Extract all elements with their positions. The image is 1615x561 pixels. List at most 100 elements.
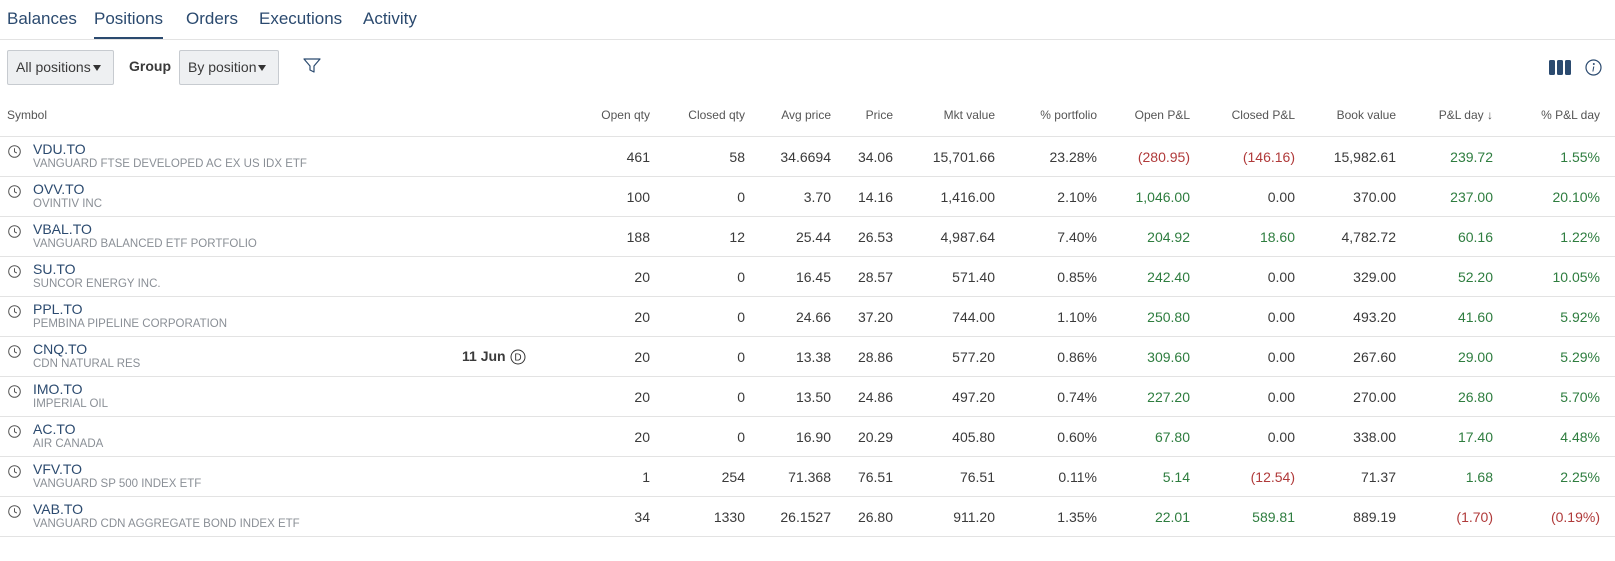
col-header-closed-pl[interactable]: Closed P&L (1232, 108, 1295, 122)
cell-pct-portfolio: 7.40% (1057, 229, 1097, 245)
cell-pct-pl-day: 1.55% (1560, 149, 1600, 165)
cell-open-qty: 1 (642, 469, 650, 485)
symbol-description: OVINTIV INC (33, 198, 103, 210)
col-header-book-value[interactable]: Book value (1337, 108, 1396, 122)
col-header-closed-qty[interactable]: Closed qty (688, 108, 745, 122)
cell-pl-day: 17.40 (1457, 429, 1493, 445)
cell-avg-price: 3.70 (803, 189, 831, 205)
clock-icon (8, 505, 21, 518)
cell-closed-pl: (146.16) (1242, 149, 1295, 165)
clock-icon (8, 185, 21, 198)
symbol-link[interactable]: SU.TO (33, 261, 76, 277)
col-header-pct-pl-day[interactable]: % P&L day (1541, 108, 1600, 122)
cell-avg-price: 26.1527 (780, 509, 831, 525)
cell-book-value: 4,782.72 (1341, 229, 1397, 245)
symbol-link[interactable]: OVV.TO (33, 181, 84, 197)
symbol-link[interactable]: AC.TO (33, 421, 76, 437)
cell-mkt-value: 911.20 (953, 509, 995, 525)
cell-pl-day: 26.80 (1457, 389, 1493, 405)
table-row[interactable]: AC.TO AIR CANADA 20 0 16.90 20.29 405.80 0.60% 6… (0, 417, 1615, 457)
dividend-badge-letter: D (514, 353, 521, 364)
col-header-pl-day[interactable]: P&L day ↓ (1439, 108, 1493, 122)
info-icon[interactable] (1585, 59, 1602, 76)
symbol-description: VANGUARD SP 500 INDEX ETF (33, 478, 202, 490)
cell-pct-portfolio: 1.10% (1057, 309, 1097, 325)
symbol-link[interactable]: VDU.TO (33, 141, 86, 157)
cell-price: 20.29 (857, 429, 893, 445)
cell-open-qty: 34 (634, 509, 650, 525)
cell-open-pl: 204.92 (1147, 229, 1190, 245)
positions-filter-dropdown[interactable]: All positions (7, 50, 114, 85)
tab-executions[interactable]: Executions (259, 9, 342, 39)
symbol-link[interactable]: VFV.TO (33, 461, 82, 477)
symbol-link[interactable]: CNQ.TO (33, 341, 87, 357)
filter-icon[interactable] (303, 58, 321, 74)
cell-pl-day: 52.20 (1457, 269, 1493, 285)
table-row[interactable]: VDU.TO VANGUARD FTSE DEVELOPED AC EX US I… (0, 137, 1615, 177)
cell-mkt-value: 577.20 (952, 349, 995, 365)
tab-balances[interactable]: Balances (7, 9, 77, 39)
table-row[interactable]: VBAL.TO VANGUARD BALANCED ETF PORTFOLIO 18… (0, 217, 1615, 257)
cell-avg-price: 24.66 (795, 309, 831, 325)
col-header-open-qty[interactable]: Open qty (601, 108, 650, 122)
symbol-link[interactable]: VBAL.TO (33, 221, 92, 237)
symbol-link[interactable]: VAB.TO (33, 501, 83, 517)
col-header-pct-portfolio[interactable]: % portfolio (1040, 108, 1097, 122)
table-row[interactable]: CNQ.TO CDN NATURAL RES 11 Jun D 20 0 13.38 28.8… (0, 337, 1615, 377)
table-row[interactable]: VAB.TO VANGUARD CDN AGGREGATE BOND INDEX … (0, 497, 1615, 537)
columns-icon[interactable] (1549, 60, 1571, 75)
cell-closed-qty: 254 (721, 469, 745, 485)
cell-mkt-value: 76.51 (959, 469, 995, 485)
cell-open-qty: 100 (626, 189, 650, 205)
cell-pct-pl-day: 5.70% (1560, 389, 1600, 405)
clock-icon (8, 465, 21, 478)
cell-book-value: 493.20 (1353, 309, 1396, 325)
cell-pct-pl-day: (0.19%) (1550, 509, 1600, 525)
table-row[interactable]: IMO.TO IMPERIAL OIL 20 0 13.50 24.86 497.20 0.7… (0, 377, 1615, 417)
caret-down-icon (258, 65, 267, 72)
symbol-link[interactable]: PPL.TO (33, 301, 83, 317)
cell-pct-pl-day: 10.05% (1552, 269, 1600, 285)
col-header-mkt-value[interactable]: Mkt value (944, 108, 995, 122)
col-header-symbol[interactable]: Symbol (7, 108, 47, 122)
col-header-open-pl[interactable]: Open P&L (1135, 108, 1190, 122)
cell-open-qty: 20 (634, 349, 650, 365)
tab-activity[interactable]: Activity (363, 9, 417, 39)
cell-closed-qty: 0 (737, 269, 745, 285)
group-by-dropdown[interactable]: By position (179, 50, 279, 85)
cell-avg-price: 16.45 (795, 269, 831, 285)
cell-closed-pl: 0.00 (1267, 429, 1295, 445)
table-row[interactable]: VFV.TO VANGUARD SP 500 INDEX ETF 1 254 71.36… (0, 457, 1615, 497)
cell-book-value: 370.00 (1353, 189, 1396, 205)
cell-avg-price: 71.368 (788, 469, 831, 485)
tab-orders[interactable]: Orders (186, 9, 238, 39)
group-by-value: By position (188, 59, 257, 75)
cell-closed-pl: 0.00 (1267, 309, 1295, 325)
table-row[interactable]: OVV.TO OVINTIV INC 100 0 3.70 14.16 1,416.00 2.… (0, 177, 1615, 217)
cell-closed-qty: 0 (737, 349, 745, 365)
symbol-description: VANGUARD CDN AGGREGATE BOND INDEX ETF (33, 518, 300, 530)
cell-book-value: 71.37 (1360, 469, 1396, 485)
table-row[interactable]: SU.TO SUNCOR ENERGY INC. 20 0 16.45 28.57 571.… (0, 257, 1615, 297)
cell-mkt-value: 497.20 (952, 389, 995, 405)
cell-book-value: 889.19 (1353, 509, 1396, 525)
cell-open-pl: 5.14 (1162, 469, 1190, 485)
cell-avg-price: 34.6694 (780, 149, 831, 165)
cell-pct-portfolio: 0.11% (1058, 469, 1097, 485)
cell-book-value: 267.60 (1353, 349, 1396, 365)
cell-book-value: 329.00 (1353, 269, 1396, 285)
cell-pct-pl-day: 20.10% (1552, 189, 1600, 205)
tab-positions[interactable]: Positions (94, 9, 163, 39)
col-header-price[interactable]: Price (866, 108, 893, 122)
cell-book-value: 338.00 (1353, 429, 1396, 445)
cell-pl-day: 29.00 (1457, 349, 1493, 365)
table-row[interactable]: PPL.TO PEMBINA PIPELINE CORPORATION 20 0 24.… (0, 297, 1615, 337)
cell-open-qty: 20 (634, 429, 650, 445)
dividend-badge-icon[interactable]: D (510, 349, 526, 365)
cell-open-qty: 188 (626, 229, 650, 245)
col-header-avg-price[interactable]: Avg price (781, 108, 831, 122)
symbol-link[interactable]: IMO.TO (33, 381, 83, 397)
cell-mkt-value: 15,701.66 (932, 149, 995, 165)
cell-open-pl: 250.80 (1147, 309, 1190, 325)
cell-closed-qty: 0 (737, 389, 745, 405)
